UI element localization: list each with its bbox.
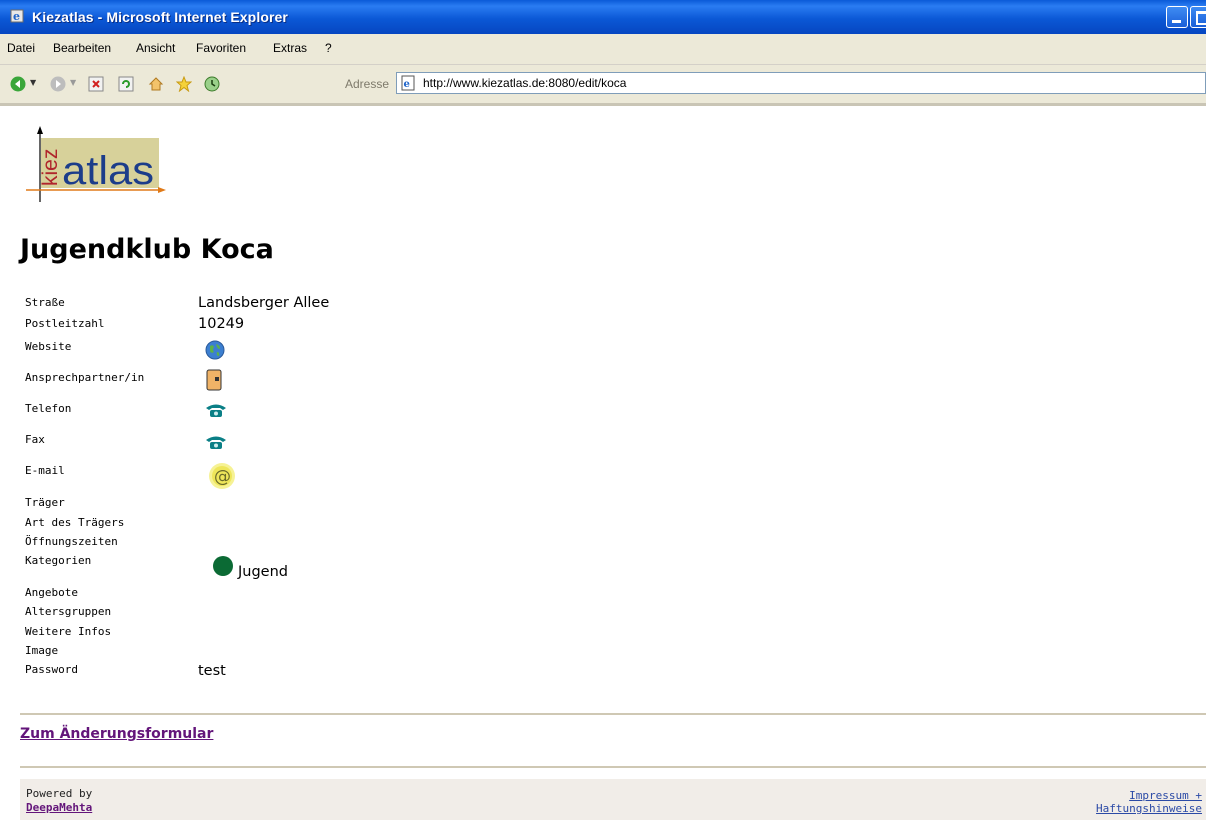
back-icon[interactable] (10, 76, 26, 92)
impressum-line-1[interactable]: Impressum + (1096, 789, 1202, 802)
menu-ansicht[interactable]: Ansicht (136, 41, 175, 55)
label-strasse: Straße (25, 296, 65, 309)
logo-text-kiez: kiez (39, 149, 62, 186)
menu-bearbeiten[interactable]: Bearbeiten (53, 41, 111, 55)
label-traeger: Träger (25, 496, 65, 509)
label-ansprechpartner: Ansprechpartner/in (25, 371, 145, 384)
svg-text:@: @ (214, 467, 231, 487)
favorites-star-icon[interactable] (176, 76, 192, 92)
fax-phone-icon[interactable] (205, 434, 227, 450)
label-angebote: Angebote (25, 586, 78, 599)
svg-text:e: e (404, 79, 410, 90)
impressum-link[interactable]: Impressum + Haftungshinweise (1096, 789, 1202, 815)
powered-by-text: Powered by (26, 787, 93, 800)
window-title-bar: e Kiezatlas - Microsoft Internet Explore… (0, 0, 1206, 34)
divider (20, 713, 1206, 715)
contact-card-icon[interactable] (205, 369, 223, 391)
value-password: test (198, 663, 226, 679)
minimize-button[interactable] (1166, 6, 1188, 28)
page-icon: e (401, 75, 415, 91)
toolbar: ▼ ▼ Adresse e http://www.kiezatlas.de:80… (0, 65, 1206, 106)
label-image: Image (25, 644, 59, 657)
menu-bar: Datei Bearbeiten Ansicht Favoriten Extra… (0, 34, 1206, 65)
label-oeffnungszeiten: Öffnungszeiten (25, 535, 118, 548)
address-label: Adresse (345, 77, 390, 91)
at-sign-icon[interactable]: @ (208, 462, 236, 490)
footer: Powered by DeepaMehta Impressum + Haftun… (20, 779, 1206, 820)
edit-form-link[interactable]: Zum Änderungsformular (20, 726, 213, 742)
history-icon[interactable] (204, 76, 220, 92)
label-kategorien: Kategorien (25, 554, 92, 567)
maximize-button[interactable] (1190, 6, 1206, 28)
label-weitere-infos: Weitere Infos (25, 625, 112, 638)
forward-dropdown-icon[interactable]: ▼ (70, 78, 86, 94)
value-kategorie: Jugend (238, 564, 288, 580)
forward-icon[interactable] (50, 76, 66, 92)
label-email: E-mail (25, 464, 65, 477)
globe-icon[interactable] (205, 340, 225, 360)
value-postleitzahl: 10249 (198, 316, 245, 332)
phone-icon[interactable] (205, 402, 227, 418)
label-website: Website (25, 340, 72, 353)
label-altersgruppen: Altersgruppen (25, 605, 112, 618)
label-postleitzahl: Postleitzahl (25, 317, 105, 330)
window-title: Kiezatlas - Microsoft Internet Explorer (32, 9, 288, 25)
ie-logo-icon: e (10, 9, 24, 23)
value-strasse: Landsberger Allee (198, 295, 330, 311)
svg-text:e: e (13, 10, 20, 23)
address-url[interactable]: http://www.kiezatlas.de:8080/edit/koca (423, 76, 626, 90)
divider (20, 766, 1206, 768)
back-dropdown-icon[interactable]: ▼ (30, 78, 46, 94)
label-art-des-traegers: Art des Trägers (25, 516, 125, 529)
menu-favoriten[interactable]: Favoriten (196, 41, 246, 55)
label-telefon: Telefon (25, 402, 72, 415)
address-bar[interactable]: e http://www.kiezatlas.de:8080/edit/koca (396, 72, 1206, 94)
impressum-line-2[interactable]: Haftungshinweise (1096, 802, 1202, 815)
stop-icon[interactable] (88, 76, 104, 92)
kiezatlas-logo: kiez atlas (26, 126, 166, 202)
category-dot-icon (213, 556, 233, 576)
refresh-icon[interactable] (118, 76, 134, 92)
menu-help[interactable]: ? (325, 41, 332, 55)
page-title: Jugendklub Koca (20, 234, 274, 265)
label-password: Password (25, 663, 78, 676)
logo-text-atlas: atlas (62, 149, 154, 193)
menu-extras[interactable]: Extras (273, 41, 307, 55)
menu-datei[interactable]: Datei (7, 41, 35, 55)
label-fax: Fax (25, 433, 45, 446)
deepamehta-link[interactable]: DeepaMehta (26, 801, 92, 814)
home-icon[interactable] (148, 76, 164, 92)
